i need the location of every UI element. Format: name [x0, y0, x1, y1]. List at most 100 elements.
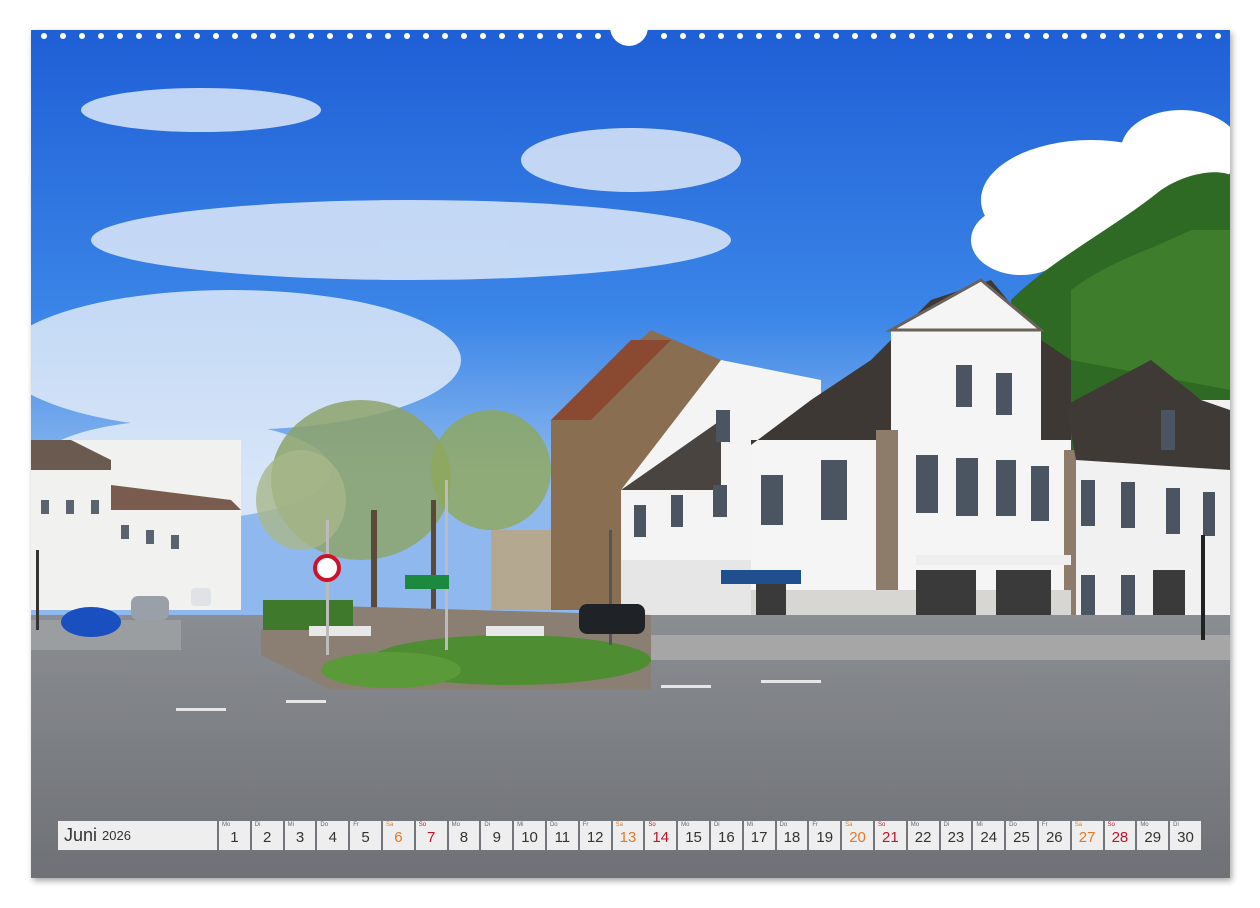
month-calendar-strip: Juni 2026 Mo 1 Di 2 Mi 3 Do 4 Fr 5 Sa 6 So 7 Mo 8 Di 9 Mi 1…: [58, 821, 1201, 850]
day-number: 18: [783, 829, 801, 846]
day-cell: Sa 6: [382, 821, 414, 850]
day-cell: Do 25: [1006, 821, 1037, 850]
day-number: 17: [750, 829, 768, 846]
month-name: Juni: [64, 825, 98, 845]
day-cell: Mo 1: [219, 821, 250, 850]
weekday-label: Di: [254, 822, 261, 828]
day-number: 22: [914, 829, 932, 846]
weekday-label: So: [648, 822, 656, 828]
weekday-label: Fr: [353, 822, 359, 828]
weekday-label: Do: [1009, 822, 1017, 828]
weekday-label: Mi: [976, 822, 983, 828]
day-number: 24: [980, 829, 998, 846]
day-number: 7: [427, 829, 436, 846]
day-cell: Do 4: [317, 821, 349, 850]
day-cell: Sa 27: [1071, 821, 1103, 850]
day-number: 6: [394, 829, 403, 846]
day-number: 13: [619, 829, 637, 846]
day-number: 27: [1078, 829, 1096, 846]
weekday-label: Mo: [1140, 822, 1149, 828]
day-cell: Di 30: [1170, 821, 1201, 850]
month-label: Juni 2026: [58, 821, 217, 850]
day-number: 28: [1111, 829, 1129, 846]
weekday-label: Sa: [1074, 822, 1083, 828]
day-cell: Di 9: [481, 821, 513, 850]
right-building: [1066, 360, 1230, 650]
weekday-label: Sa: [385, 822, 394, 828]
day-number: 12: [586, 829, 604, 846]
day-cell: So 28: [1104, 821, 1136, 850]
day-cell: Mi 3: [284, 821, 316, 850]
weekday-label: Mo: [681, 822, 690, 828]
weekday-label: Fr: [812, 822, 819, 828]
weekday-label: Mo: [451, 822, 460, 828]
day-cell: Mo 8: [448, 821, 480, 850]
day-cell: Sa 20: [842, 821, 873, 850]
town-square-photo: [31, 30, 1230, 878]
day-cell: Mi 10: [514, 821, 545, 850]
day-number: 1: [230, 829, 239, 846]
weekday-label: Mi: [746, 822, 754, 828]
day-number: 29: [1144, 829, 1162, 846]
weekday-label: Do: [549, 822, 558, 828]
day-number: 5: [361, 829, 370, 846]
day-number: 15: [685, 829, 702, 846]
day-number: 10: [521, 829, 538, 846]
calendar-page: [31, 30, 1230, 878]
day-number: 9: [492, 829, 501, 846]
day-number: 20: [849, 829, 866, 846]
weekday-label: Di: [1173, 822, 1179, 828]
weekday-label: So: [1107, 822, 1115, 828]
day-number: 11: [554, 829, 571, 846]
day-number: 4: [328, 829, 337, 846]
day-cell: Sa 13: [612, 821, 644, 850]
day-number: 30: [1177, 829, 1194, 846]
day-cell: So 14: [645, 821, 677, 850]
day-number: 21: [881, 829, 899, 846]
day-cell: Do 18: [776, 821, 808, 850]
weekday-label: Fr: [582, 822, 589, 828]
day-cell: Fr 26: [1038, 821, 1070, 850]
weekday-label: Mi: [287, 822, 294, 828]
day-cell: Di 2: [251, 821, 283, 850]
day-cell: Do 11: [546, 821, 578, 850]
weekday-label: Mo: [222, 822, 231, 828]
day-number: 8: [459, 829, 469, 846]
day-cell: Mi 24: [973, 821, 1005, 850]
day-cell: Fr 5: [350, 821, 381, 850]
weekday-label: So: [877, 822, 886, 828]
weekday-label: Fr: [1041, 822, 1048, 828]
day-number: 23: [947, 829, 965, 846]
sidewalk-right: [631, 635, 1230, 660]
left-row-houses: [31, 440, 241, 610]
weekday-label: Di: [713, 822, 720, 828]
weekday-label: Di: [484, 822, 491, 828]
day-number: 2: [263, 829, 272, 846]
year: 2026: [102, 828, 131, 843]
weekday-label: Do: [320, 822, 329, 828]
day-cell: Di 16: [710, 821, 742, 850]
weekday-label: So: [418, 822, 427, 828]
day-number: 3: [295, 829, 305, 846]
day-number: 16: [718, 829, 735, 846]
street-lamp: [1201, 535, 1205, 640]
day-cell: Mo 29: [1137, 821, 1169, 850]
weekday-label: Mo: [910, 822, 920, 828]
day-cell: Fr 19: [809, 821, 841, 850]
weekday-label: Mi: [517, 822, 524, 828]
weekday-label: Do: [779, 822, 788, 828]
day-number: 25: [1013, 829, 1030, 846]
day-cell: Fr 12: [579, 821, 611, 850]
day-cell: Di 23: [940, 821, 972, 850]
day-number: 19: [816, 829, 834, 846]
day-number: 26: [1045, 829, 1063, 846]
weekday-label: Sa: [615, 822, 623, 828]
day-cell: Mo 22: [907, 821, 939, 850]
day-cell: Mo 15: [678, 821, 709, 850]
day-number: 14: [652, 829, 670, 846]
weekday-label: Sa: [845, 822, 853, 828]
day-cell: Mi 17: [743, 821, 775, 850]
day-cell: So 21: [874, 821, 906, 850]
weekday-label: Di: [943, 822, 950, 828]
day-cell: So 7: [415, 821, 447, 850]
